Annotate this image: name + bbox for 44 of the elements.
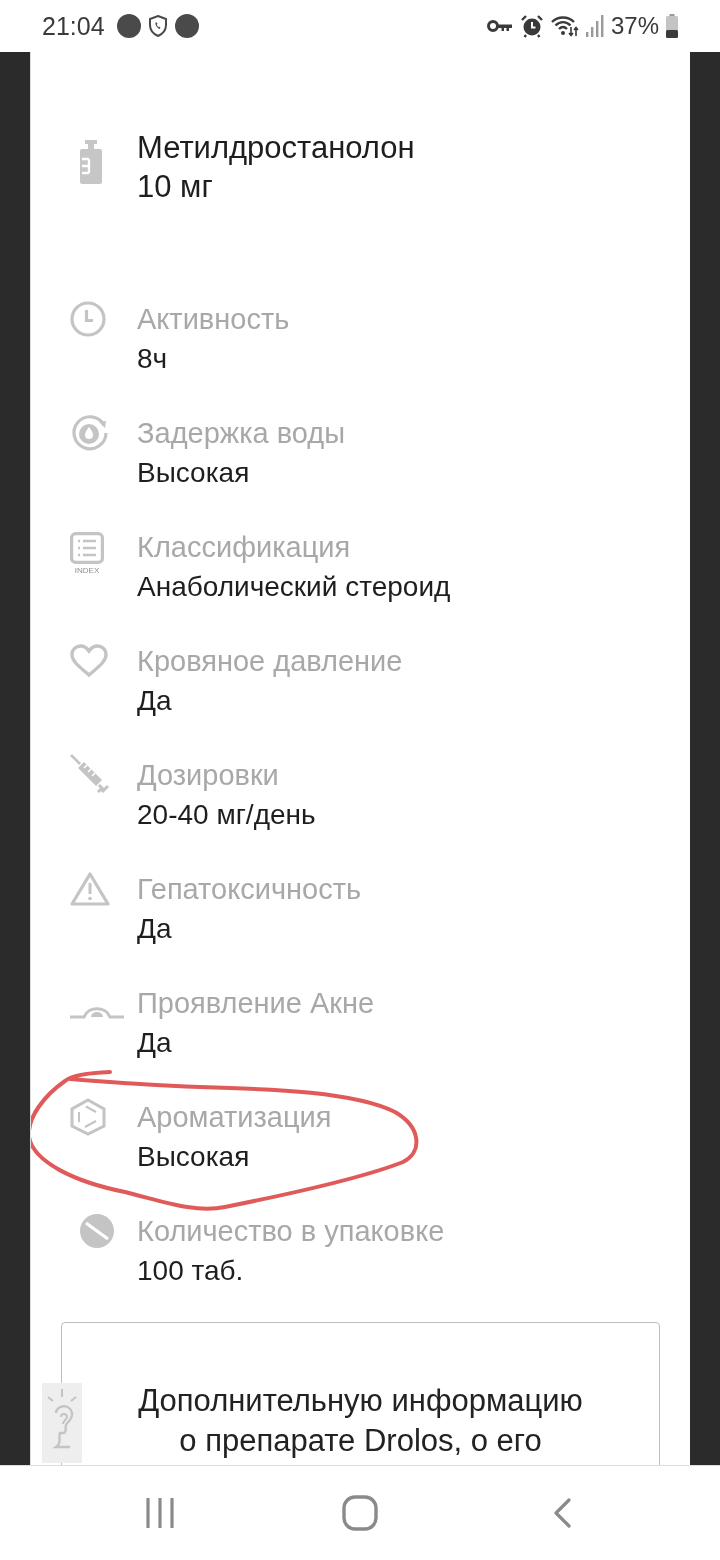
icon-caption: INDEX — [74, 566, 100, 576]
property-label: Количество в упаковке — [137, 1214, 445, 1249]
wifi-icon — [550, 15, 579, 37]
circle-icon — [116, 14, 141, 38]
syringe-icon — [70, 754, 110, 796]
property-label: Задержка воды — [137, 416, 346, 451]
shield-icon — [148, 15, 167, 37]
key-icon — [486, 19, 513, 33]
property-label: Активность — [137, 302, 290, 337]
drug-name: Метилдростанолон — [137, 129, 415, 167]
property-label: Дозировки — [137, 758, 280, 793]
hexagon-icon — [70, 1098, 106, 1136]
property-value: Анаболический стероид — [137, 570, 451, 604]
recent-apps-icon[interactable] — [145, 1498, 175, 1528]
status-time: 21:04 — [42, 11, 105, 41]
property-value: Да — [137, 912, 173, 946]
property-value: Высокая — [137, 1140, 251, 1174]
property-label: Гепатоксичность — [137, 872, 362, 907]
drug-dose: 10 мг — [137, 168, 214, 206]
bottle-icon — [80, 140, 102, 184]
heart-icon — [70, 644, 108, 678]
list-icon — [70, 532, 104, 564]
back-icon[interactable] — [553, 1498, 571, 1528]
property-label: Проявление Акне — [137, 986, 375, 1021]
property-value: 100 таб. — [137, 1254, 245, 1288]
info-text: Дополнительную информацию о препарате Drolos, о его — [137, 1382, 584, 1460]
property-value: 8ч — [137, 342, 169, 376]
property-label: Кровяное давление — [137, 644, 403, 679]
battery-percent: 37% — [610, 12, 659, 40]
clock-icon — [70, 301, 106, 337]
property-label: Ароматизация — [137, 1100, 332, 1135]
home-icon[interactable] — [342, 1495, 378, 1531]
warning-icon — [70, 872, 110, 906]
property-value: 20-40 мг/день — [137, 798, 316, 832]
water-drop-cycle-icon — [70, 413, 110, 453]
property-value: Да — [137, 684, 173, 718]
property-value: Высокая — [137, 456, 251, 490]
battery-icon — [666, 14, 678, 38]
signal-icon — [585, 15, 604, 37]
circle-icon — [174, 14, 199, 38]
pill-icon — [80, 1214, 114, 1248]
alarm-clock-icon — [519, 14, 544, 38]
property-value: Да — [137, 1026, 173, 1060]
property-label: Классификация — [137, 530, 352, 565]
